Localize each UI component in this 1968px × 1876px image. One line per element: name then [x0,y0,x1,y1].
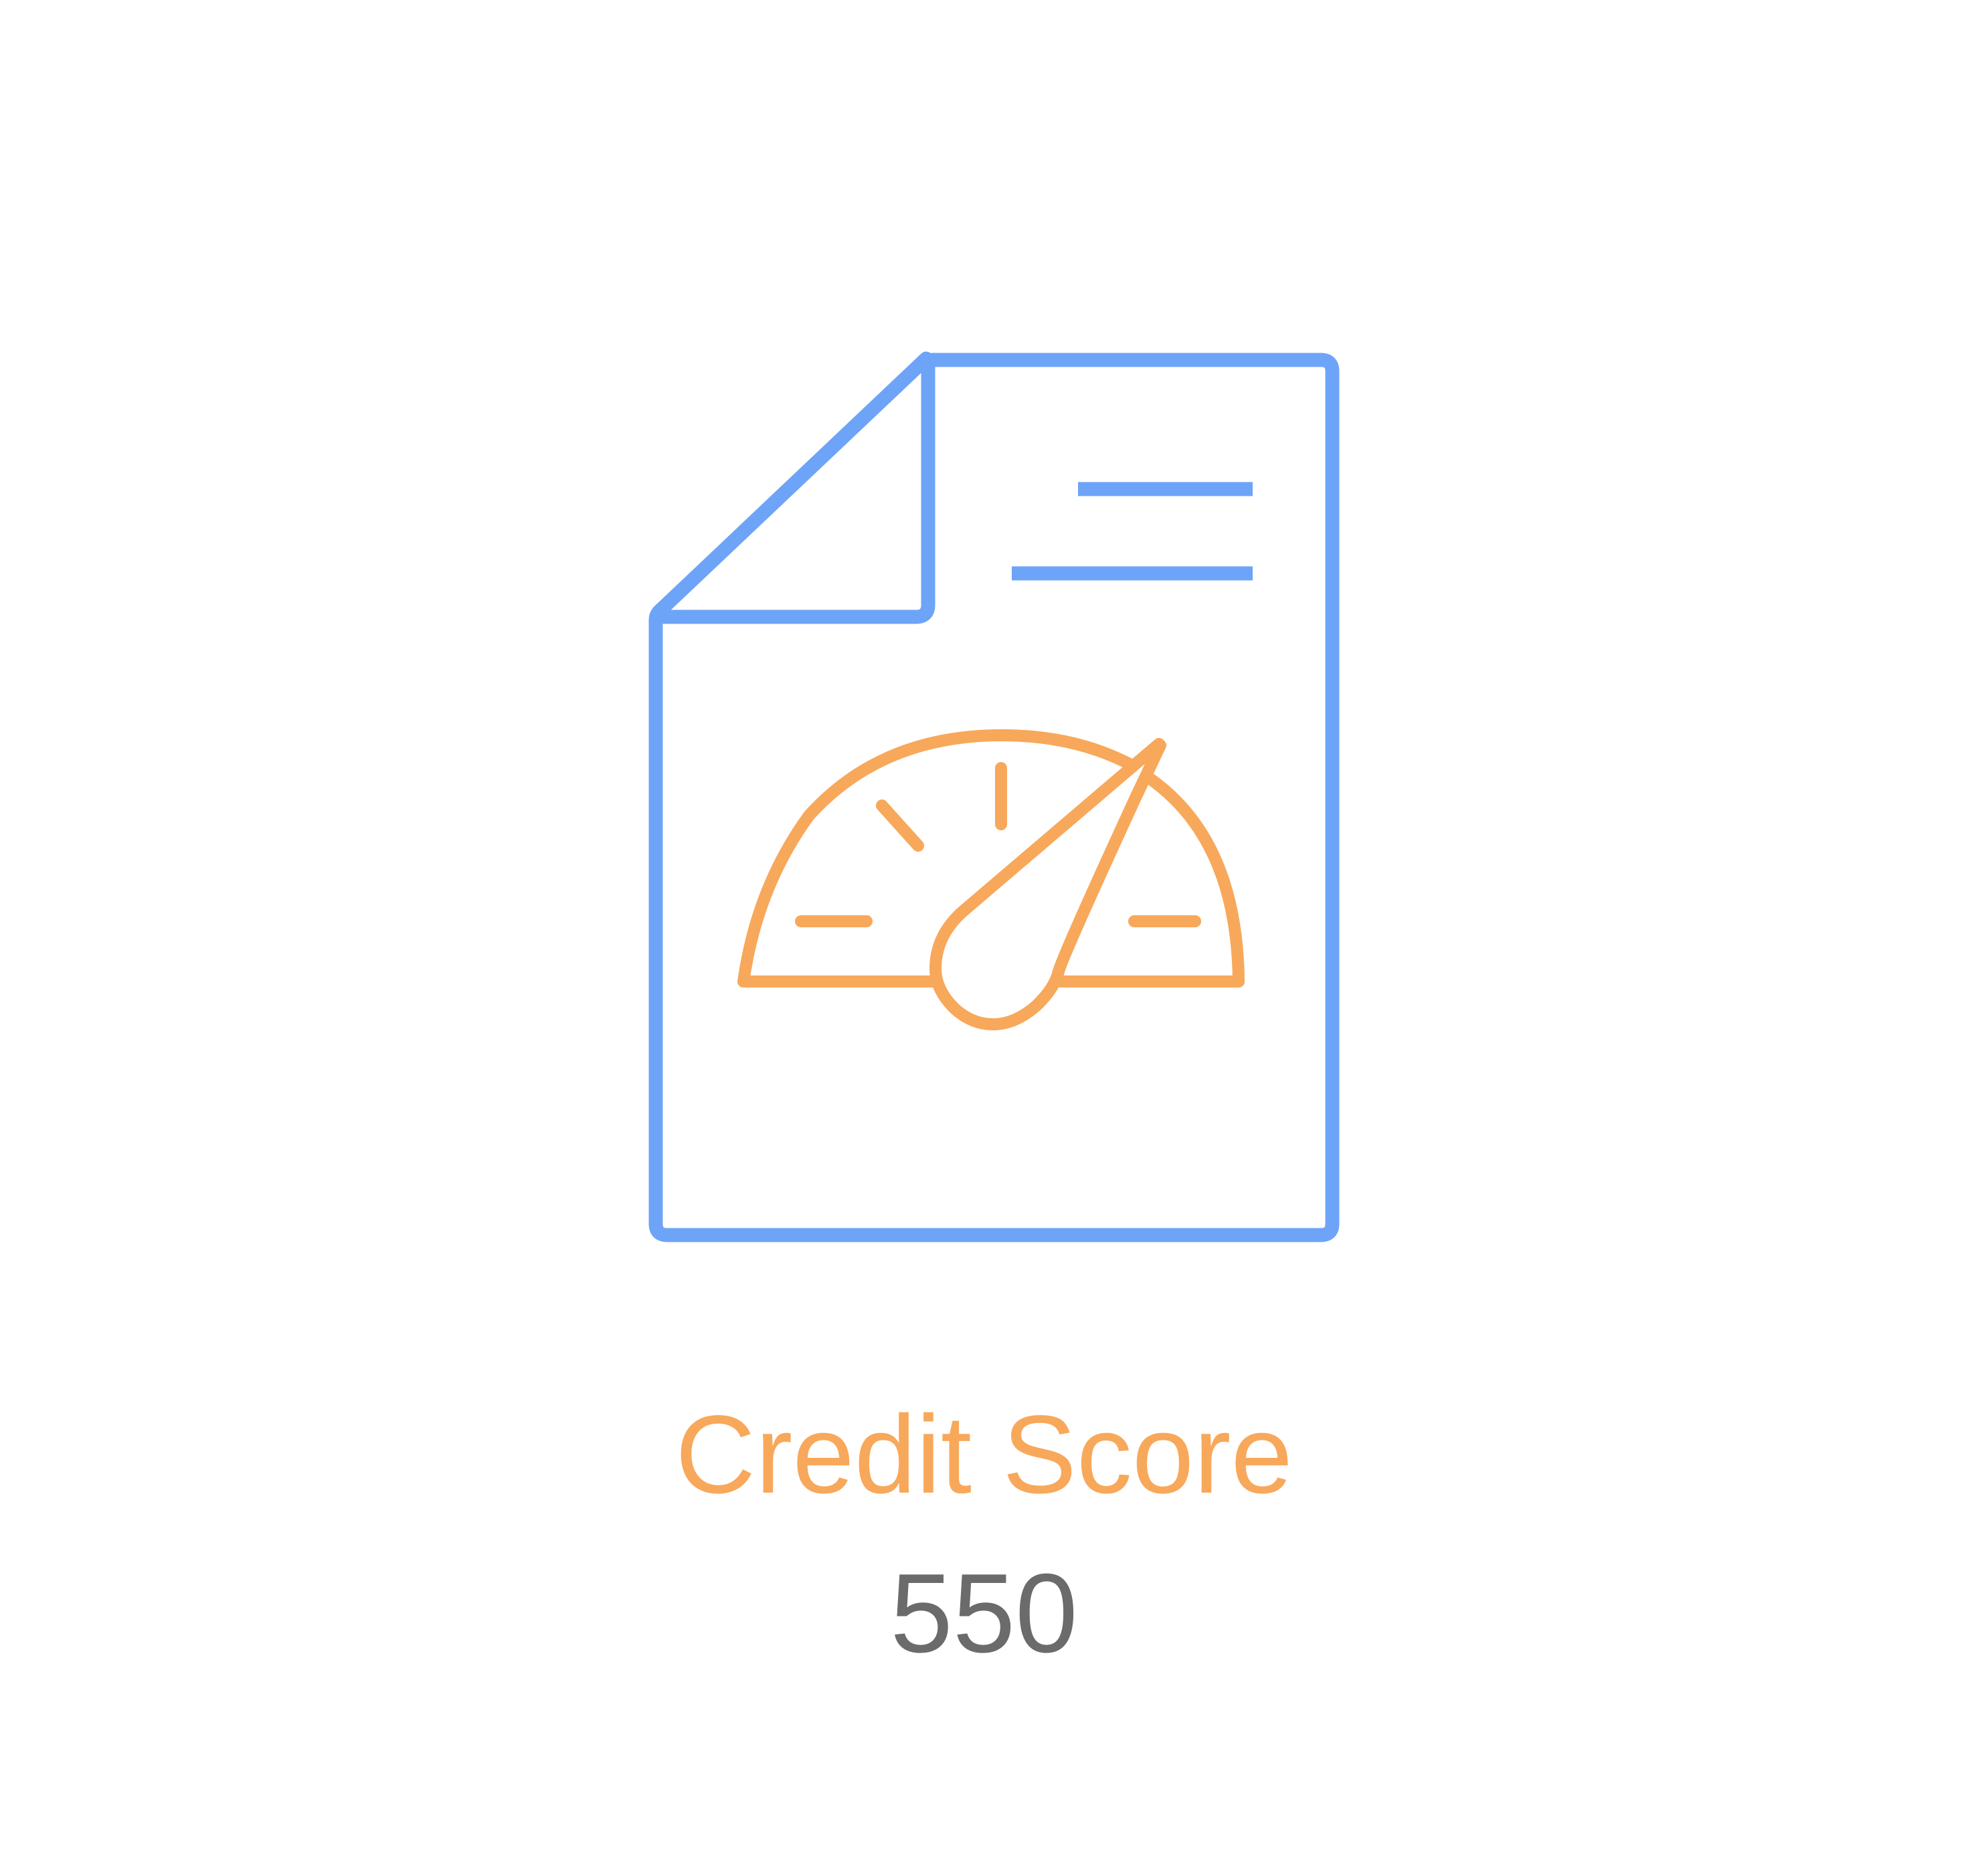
gauge-tick-upper-left [876,800,924,852]
gauge-arc-right [1142,771,1245,988]
credit-score-title: Credit Score [675,1393,1293,1517]
gauge-icon [737,729,1245,1030]
credit-score-value: 550 [890,1550,1078,1676]
document-icon [648,351,1340,1242]
